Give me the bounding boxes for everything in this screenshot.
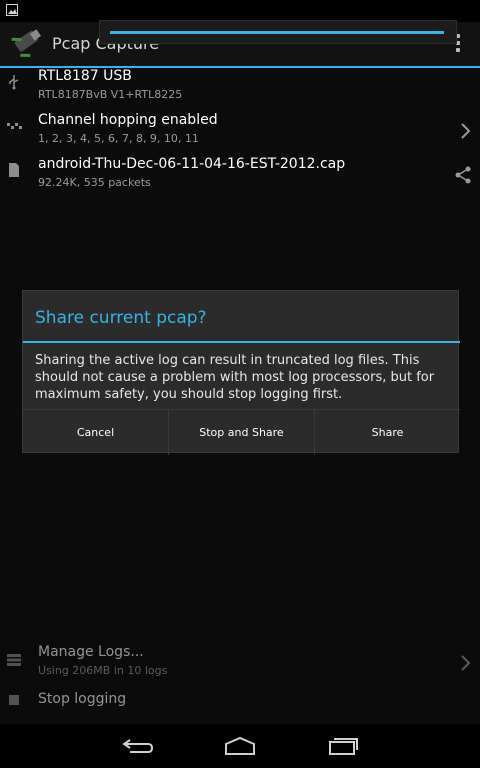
progress-track (110, 31, 444, 34)
app-logo-icon (11, 29, 42, 58)
channel-hopping-title: Channel hopping enabled (38, 112, 218, 128)
channel-hopping-icon (7, 123, 22, 129)
dialog-button-bar: Cancel Stop and Share Share (23, 409, 460, 455)
status-bar (0, 0, 480, 22)
progress-fill (110, 31, 444, 34)
capture-file-subtitle: 92.24K, 535 packets (38, 176, 151, 189)
manage-logs-title: Manage Logs... (38, 644, 144, 660)
device-item[interactable]: RTL8187 USB RTL8187BvB V1+RTL8225 (0, 66, 480, 110)
capture-file-title: android-Thu-Dec-06-11-04-16-EST-2012.cap (38, 156, 346, 172)
device-title: RTL8187 USB (38, 68, 132, 84)
stop-logging-item[interactable]: Stop logging (0, 686, 480, 720)
gallery-icon (6, 4, 18, 16)
home-icon[interactable] (220, 734, 260, 758)
chevron-right-icon[interactable] (458, 654, 472, 672)
device-subtitle: RTL8187BvB V1+RTL8225 (38, 88, 183, 101)
usb-icon (9, 75, 19, 90)
dialog-divider (23, 341, 460, 343)
share-icon[interactable] (454, 166, 472, 184)
chevron-right-icon[interactable] (458, 122, 472, 140)
recent-apps-icon[interactable] (322, 734, 362, 758)
sd-card-icon (9, 163, 19, 177)
dialog-title: Share current pcap? (35, 308, 207, 328)
share-dialog: Share current pcap? Sharing the active l… (22, 290, 460, 455)
manage-logs-subtitle: Using 206MB in 10 logs (38, 664, 168, 677)
dialog-message: Sharing the active log can result in tru… (35, 353, 435, 402)
channel-hopping-item[interactable]: Channel hopping enabled 1, 2, 3, 4, 5, 6… (0, 110, 480, 154)
progress-popup (99, 20, 457, 44)
stop-logging-title: Stop logging (38, 691, 127, 707)
storage-icon (7, 654, 21, 666)
navigation-bar (0, 724, 480, 768)
share-button[interactable]: Share (314, 410, 460, 455)
manage-logs-item[interactable]: Manage Logs... Using 206MB in 10 logs (0, 642, 480, 686)
cancel-button[interactable]: Cancel (23, 410, 168, 455)
back-icon[interactable] (116, 734, 156, 758)
channel-hopping-subtitle: 1, 2, 3, 4, 5, 6, 7, 8, 9, 10, 11 (38, 132, 199, 145)
stop-icon (9, 695, 19, 705)
capture-file-item[interactable]: android-Thu-Dec-06-11-04-16-EST-2012.cap… (0, 154, 480, 198)
stop-and-share-button[interactable]: Stop and Share (168, 410, 314, 455)
